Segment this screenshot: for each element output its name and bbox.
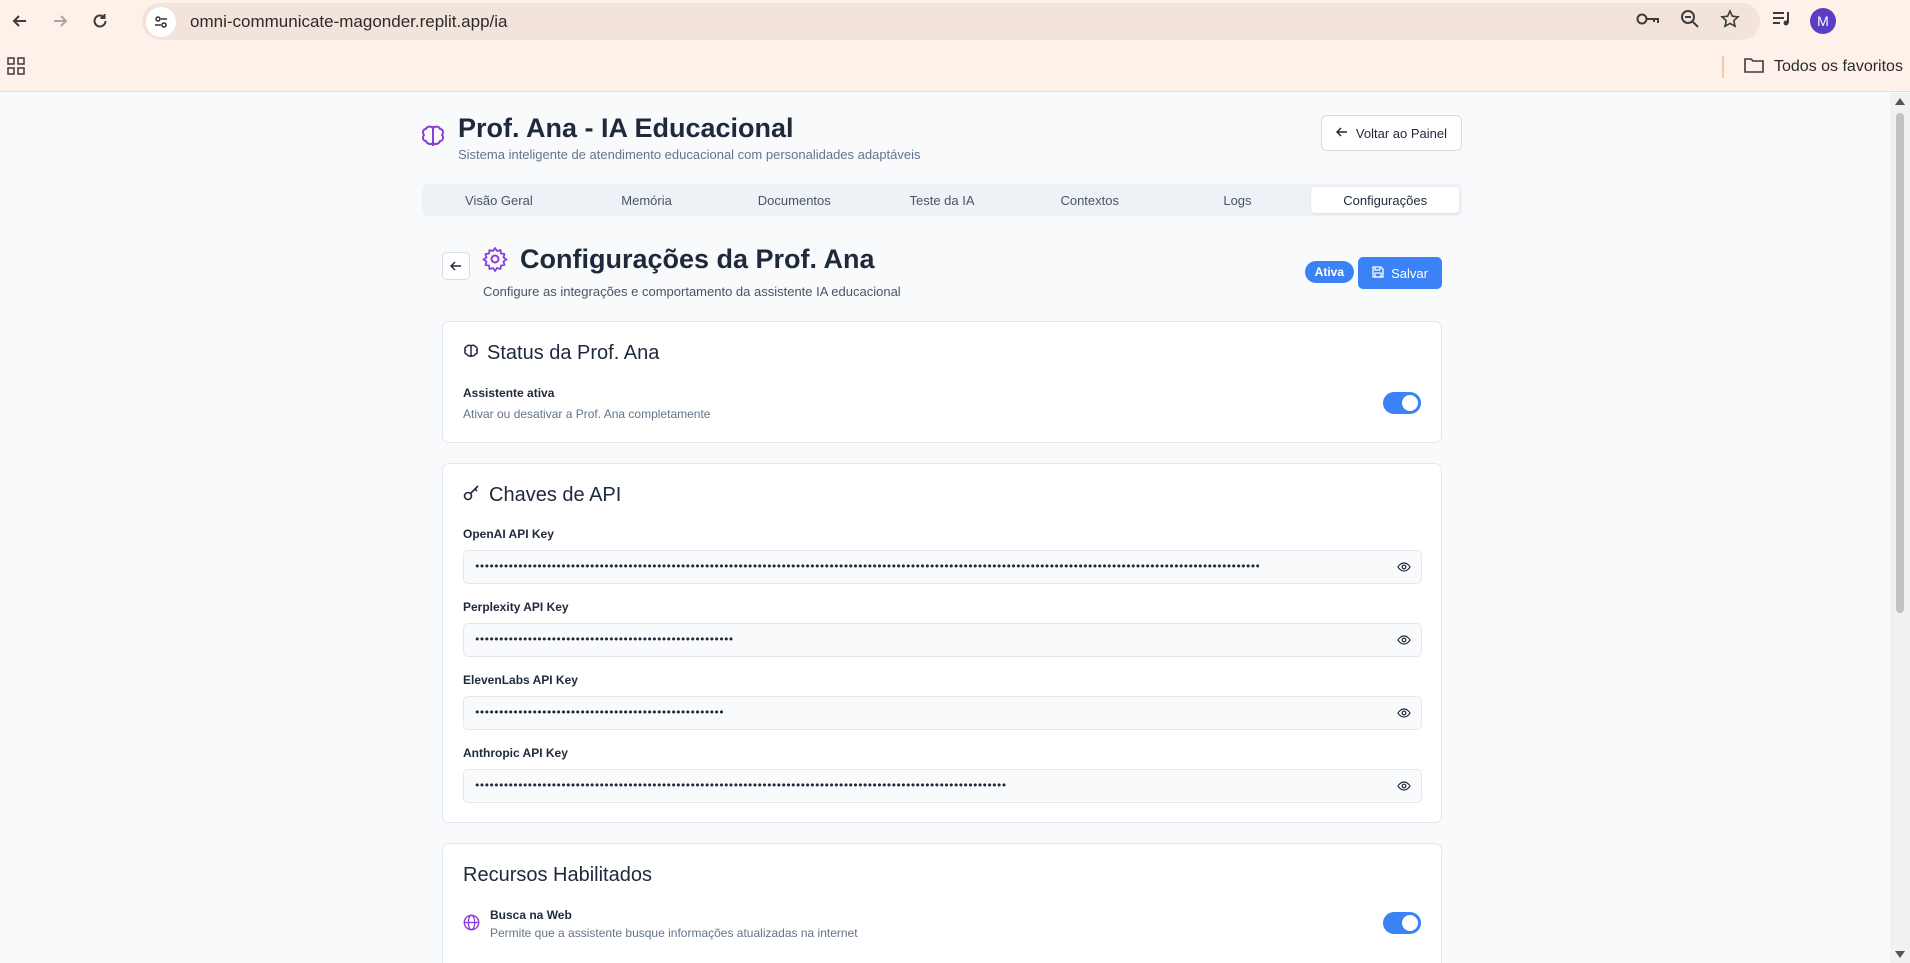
openai-key-value: ••••••••••••••••••••••••••••••••••••••••… [474, 560, 1260, 573]
tab-bar: Visão Geral Memória Documentos Teste da … [422, 184, 1462, 216]
assistant-active-toggle[interactable] [1383, 392, 1421, 414]
arrow-left-icon [450, 261, 461, 271]
key-icon [463, 484, 481, 507]
eye-icon[interactable] [1397, 560, 1411, 579]
page-content: Prof. Ana - IA Educacional Sistema intel… [0, 93, 1890, 963]
bookmark-star-icon[interactable] [1720, 9, 1740, 34]
tab-logs[interactable]: Logs [1164, 187, 1312, 213]
gear-icon [482, 246, 508, 277]
tab-memory[interactable]: Memória [573, 187, 721, 213]
url-text[interactable]: omni-communicate-magonder.replit.app/ia [190, 12, 508, 32]
settings-header: Configurações da Prof. Ana Configure as … [442, 244, 1442, 304]
app-header: Prof. Ana - IA Educacional Sistema intel… [420, 113, 1462, 163]
anthropic-key-input[interactable]: ••••••••••••••••••••••••••••••••••••••••… [463, 769, 1422, 803]
eye-icon[interactable] [1397, 779, 1411, 798]
arrow-left-icon [1335, 126, 1348, 141]
web-search-description: Permite que a assistente busque informaç… [490, 926, 858, 940]
api-keys-card-title: Chaves de API [463, 484, 621, 507]
settings-title: Configurações da Prof. Ana [520, 244, 875, 274]
profile-avatar[interactable]: M [1810, 8, 1836, 34]
scroll-up-arrow-icon[interactable] [1895, 98, 1905, 105]
brain-icon [463, 342, 479, 365]
scroll-down-arrow-icon[interactable] [1895, 951, 1905, 958]
bookmarks-folder-label: Todos os favoritos [1774, 58, 1903, 75]
elevenlabs-key-label: ElevenLabs API Key [463, 673, 578, 687]
elevenlabs-key-value: ••••••••••••••••••••••••••••••••••••••••… [474, 706, 723, 719]
web-search-toggle[interactable] [1383, 912, 1421, 934]
bookmarks-divider [1722, 56, 1724, 78]
tab-overview[interactable]: Visão Geral [425, 187, 573, 213]
forward-arrow-icon[interactable] [40, 0, 80, 42]
status-card: Status da Prof. Ana Assistente ativa Ati… [442, 321, 1442, 443]
save-icon [1372, 265, 1384, 281]
perplexity-key-value: ••••••••••••••••••••••••••••••••••••••••… [474, 633, 733, 646]
brain-icon [420, 123, 446, 154]
zoom-icon[interactable] [1680, 9, 1700, 34]
elevenlabs-key-input[interactable]: ••••••••••••••••••••••••••••••••••••••••… [463, 696, 1422, 730]
media-queue-icon[interactable] [1772, 10, 1792, 33]
globe-icon [463, 914, 480, 936]
openai-key-input[interactable]: ••••••••••••••••••••••••••••••••••••••••… [463, 550, 1422, 584]
openai-key-label: OpenAI API Key [463, 527, 554, 541]
resources-card-title: Recursos Habilitados [463, 864, 652, 886]
toggle-knob [1402, 395, 1418, 411]
save-label: Salvar [1391, 265, 1428, 281]
site-settings-icon[interactable] [146, 6, 176, 37]
tab-contexts[interactable]: Contextos [1016, 187, 1164, 213]
apps-grid-icon[interactable] [7, 57, 25, 80]
settings-subtitle: Configure as integrações e comportamento… [483, 284, 901, 299]
reload-icon[interactable] [80, 0, 120, 42]
all-bookmarks-folder[interactable]: Todos os favoritos [1744, 54, 1903, 80]
bookmarks-bar: Todos os favoritos [0, 42, 1910, 92]
page-title: Prof. Ana - IA Educacional [458, 113, 794, 143]
api-keys-card: Chaves de API OpenAI API Key •••••••••••… [442, 463, 1442, 823]
status-badge: Ativa [1304, 261, 1354, 283]
anthropic-key-value: ••••••••••••••••••••••••••••••••••••••••… [474, 779, 1006, 792]
assistant-active-description: Ativar ou desativar a Prof. Ana completa… [463, 407, 711, 421]
back-to-panel-label: Voltar ao Painel [1355, 125, 1447, 141]
anthropic-key-label: Anthropic API Key [463, 746, 568, 760]
scroll-thumb[interactable] [1896, 113, 1904, 613]
password-key-icon[interactable] [1636, 11, 1660, 32]
save-button[interactable]: Salvar [1358, 257, 1442, 289]
folder-icon [1744, 57, 1764, 78]
status-card-title-text: Status da Prof. Ana [487, 342, 660, 364]
status-card-title: Status da Prof. Ana [463, 342, 659, 365]
more-menu-icon[interactable] [1854, 10, 1858, 33]
resources-card: Recursos Habilitados Busca na Web Permit… [442, 843, 1442, 963]
page-subtitle: Sistema inteligente de atendimento educa… [458, 147, 921, 162]
address-bar[interactable]: omni-communicate-magonder.replit.app/ia [142, 3, 1760, 40]
tab-documents[interactable]: Documentos [720, 187, 868, 213]
tab-settings[interactable]: Configurações [1311, 187, 1460, 213]
eye-icon[interactable] [1397, 633, 1411, 652]
tab-ai-test[interactable]: Teste da IA [868, 187, 1016, 213]
back-to-panel-button[interactable]: Voltar ao Painel [1320, 115, 1462, 151]
perplexity-key-input[interactable]: ••••••••••••••••••••••••••••••••••••••••… [463, 623, 1422, 657]
toggle-knob [1402, 915, 1418, 931]
settings-back-button[interactable] [442, 252, 470, 280]
web-search-label: Busca na Web [490, 908, 572, 922]
page-scrollbar[interactable] [1890, 93, 1910, 963]
back-arrow-icon[interactable] [0, 0, 40, 42]
perplexity-key-label: Perplexity API Key [463, 600, 569, 614]
api-keys-title-text: Chaves de API [489, 484, 622, 506]
assistant-active-label: Assistente ativa [463, 386, 555, 400]
eye-icon[interactable] [1397, 706, 1411, 725]
browser-toolbar: omni-communicate-magonder.replit.app/ia … [0, 0, 1910, 42]
